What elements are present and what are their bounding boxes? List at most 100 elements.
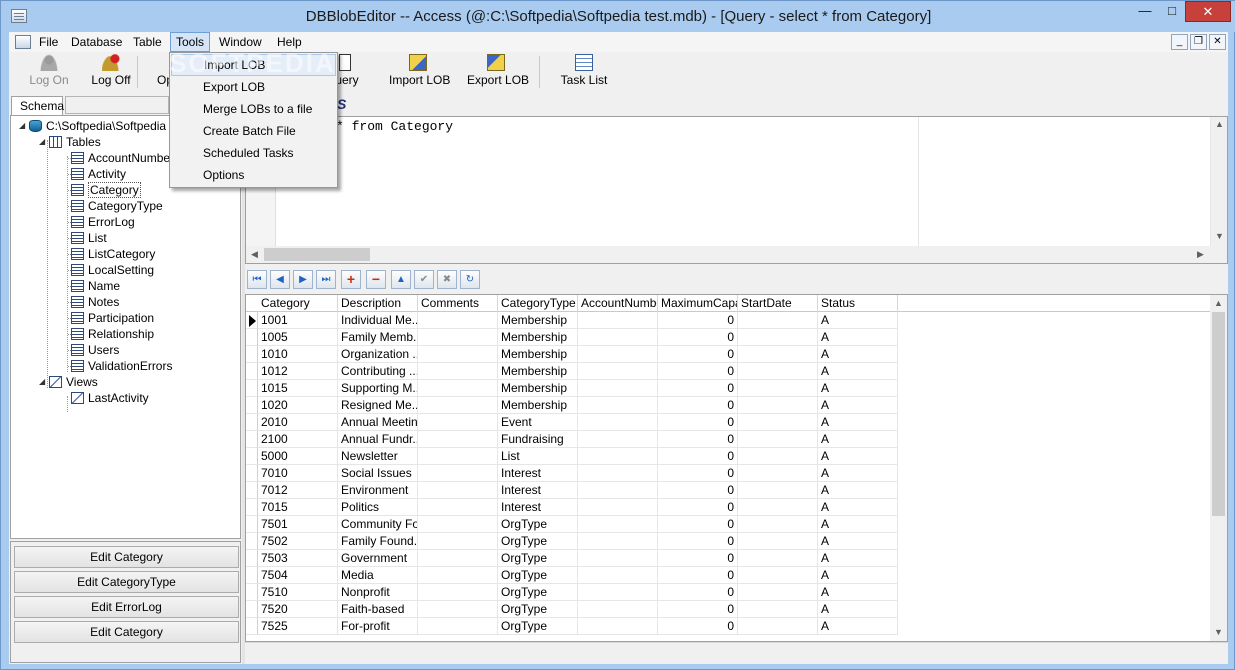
column-header[interactable]: StartDate — [738, 295, 818, 312]
grid-cell[interactable] — [418, 431, 498, 448]
table-row[interactable]: 7520 Faith-based OrgType 0 A — [246, 601, 1210, 618]
grid-cell[interactable]: Faith-based — [338, 601, 418, 618]
grid-cell[interactable]: Government — [338, 550, 418, 567]
grid-cell[interactable] — [418, 380, 498, 397]
grid-cell[interactable]: Family Memb... — [338, 329, 418, 346]
grid-cell[interactable]: Interest — [498, 482, 578, 499]
grid-cell[interactable] — [578, 363, 658, 380]
grid-cell[interactable]: List — [498, 448, 578, 465]
document-icon[interactable] — [15, 35, 31, 49]
table-row[interactable]: 1012 Contributing ... Membership 0 A — [246, 363, 1210, 380]
grid-cell[interactable]: A — [818, 431, 898, 448]
grid-cell[interactable]: 1020 — [258, 397, 338, 414]
grid-cell[interactable] — [738, 550, 818, 567]
grid-cell[interactable] — [578, 465, 658, 482]
table-row[interactable]: 1005 Family Memb... Membership 0 A — [246, 329, 1210, 346]
grid-cell[interactable]: Interest — [498, 499, 578, 516]
mdi-close-button[interactable]: ✕ — [1209, 34, 1226, 50]
table-row[interactable]: 2100 Annual Fundr... Fundraising 0 A — [246, 431, 1210, 448]
grid-cell[interactable]: For-profit — [338, 618, 418, 635]
tree-views-node[interactable]: ◢ Views — [39, 374, 98, 390]
grid-cell[interactable]: 0 — [658, 431, 738, 448]
grid-cell[interactable]: A — [818, 533, 898, 550]
grid-cell[interactable]: 2010 — [258, 414, 338, 431]
menu-item-scheduled-tasks[interactable]: Scheduled Tasks — [171, 142, 336, 164]
grid-cell[interactable]: A — [818, 618, 898, 635]
grid-cell[interactable] — [578, 397, 658, 414]
tree-item-validationerrors[interactable]: ValidationErrors — [71, 358, 172, 374]
grid-cell[interactable] — [578, 567, 658, 584]
grid-cell[interactable] — [738, 601, 818, 618]
grid-cell[interactable] — [418, 448, 498, 465]
grid-cell[interactable] — [578, 550, 658, 567]
grid-cell[interactable]: 7502 — [258, 533, 338, 550]
grid-cell[interactable] — [418, 482, 498, 499]
grid-cell[interactable] — [418, 516, 498, 533]
prior-record-button[interactable]: ◀ — [270, 270, 290, 289]
grid-cell[interactable]: Nonprofit — [338, 584, 418, 601]
menu-item-export-lob[interactable]: Export LOB — [171, 76, 336, 98]
grid-cell[interactable]: Membership — [498, 397, 578, 414]
schema-filter-input[interactable] — [65, 96, 169, 114]
grid-cell[interactable]: 1015 — [258, 380, 338, 397]
grid-cell[interactable] — [578, 482, 658, 499]
grid-cell[interactable] — [418, 567, 498, 584]
grid-cell[interactable]: Annual Meeting — [338, 414, 418, 431]
tree-item-errorlog[interactable]: ErrorLog — [71, 214, 135, 230]
insert-record-button[interactable]: + — [341, 270, 361, 289]
grid-cell[interactable]: Newsletter — [338, 448, 418, 465]
log-on-button[interactable]: Log On — [27, 54, 71, 92]
grid-cell[interactable]: 7012 — [258, 482, 338, 499]
grid-cell[interactable]: A — [818, 465, 898, 482]
scroll-up-icon[interactable]: ▲ — [1215, 119, 1224, 129]
edit-categorytype-button[interactable]: Edit CategoryType — [14, 571, 239, 593]
grid-cell[interactable]: 7510 — [258, 584, 338, 601]
edit-category-button[interactable]: Edit Category — [14, 546, 239, 568]
grid-cell[interactable]: 0 — [658, 550, 738, 567]
grid-cell[interactable] — [578, 499, 658, 516]
grid-cell[interactable]: A — [818, 346, 898, 363]
grid-cell[interactable]: 0 — [658, 414, 738, 431]
task-list-button[interactable]: Task List — [559, 54, 609, 92]
mdi-restore-button[interactable]: ❐ — [1190, 34, 1207, 50]
grid-cell[interactable]: 1001 — [258, 312, 338, 329]
grid-cell[interactable] — [418, 329, 498, 346]
column-header[interactable]: MaximumCapa... — [658, 295, 738, 312]
grid-cell[interactable]: 0 — [658, 499, 738, 516]
cancel-edit-button[interactable]: ✖ — [437, 270, 457, 289]
grid-cell[interactable]: Membership — [498, 329, 578, 346]
delete-record-button[interactable]: − — [366, 270, 386, 289]
grid-cell[interactable]: Membership — [498, 380, 578, 397]
tree-tables-node[interactable]: ◢ Tables — [39, 134, 101, 150]
column-header[interactable]: AccountNumber — [578, 295, 658, 312]
grid-cell[interactable]: Individual Me... — [338, 312, 418, 329]
first-record-button[interactable]: ⏮ — [247, 270, 267, 289]
last-record-button[interactable]: ⏭ — [316, 270, 336, 289]
grid-cell[interactable] — [738, 584, 818, 601]
grid-cell[interactable] — [738, 516, 818, 533]
grid-cell[interactable]: 7503 — [258, 550, 338, 567]
title-bar[interactable]: DBBlobEditor -- Access (@:C:\Softpedia\S… — [1, 1, 1235, 32]
table-row[interactable]: 7010 Social Issues Interest 0 A — [246, 465, 1210, 482]
row-selector[interactable] — [246, 346, 258, 363]
grid-cell[interactable] — [738, 346, 818, 363]
menu-database[interactable]: Database — [66, 32, 127, 52]
grid-cell[interactable]: A — [818, 601, 898, 618]
execute-sql-icon[interactable]: S — [337, 96, 346, 112]
row-selector[interactable] — [246, 516, 258, 533]
grid-cell[interactable] — [578, 380, 658, 397]
export-lob-button[interactable]: Export LOB — [467, 54, 529, 92]
edit-errorlog-button[interactable]: Edit ErrorLog — [14, 596, 239, 618]
row-selector[interactable] — [246, 533, 258, 550]
grid-cell[interactable]: Media — [338, 567, 418, 584]
grid-cell[interactable]: A — [818, 482, 898, 499]
grid-cell[interactable] — [738, 465, 818, 482]
grid-cell[interactable]: 0 — [658, 601, 738, 618]
schema-tab[interactable]: Schema — [11, 96, 64, 115]
table-row[interactable]: 1015 Supporting M... Membership 0 A — [246, 380, 1210, 397]
grid-cell[interactable]: OrgType — [498, 533, 578, 550]
scroll-down-icon[interactable]: ▼ — [1214, 627, 1223, 637]
mdi-minimize-button[interactable]: _ — [1171, 34, 1188, 50]
grid-cell[interactable]: 7501 — [258, 516, 338, 533]
grid-cell[interactable]: 7015 — [258, 499, 338, 516]
